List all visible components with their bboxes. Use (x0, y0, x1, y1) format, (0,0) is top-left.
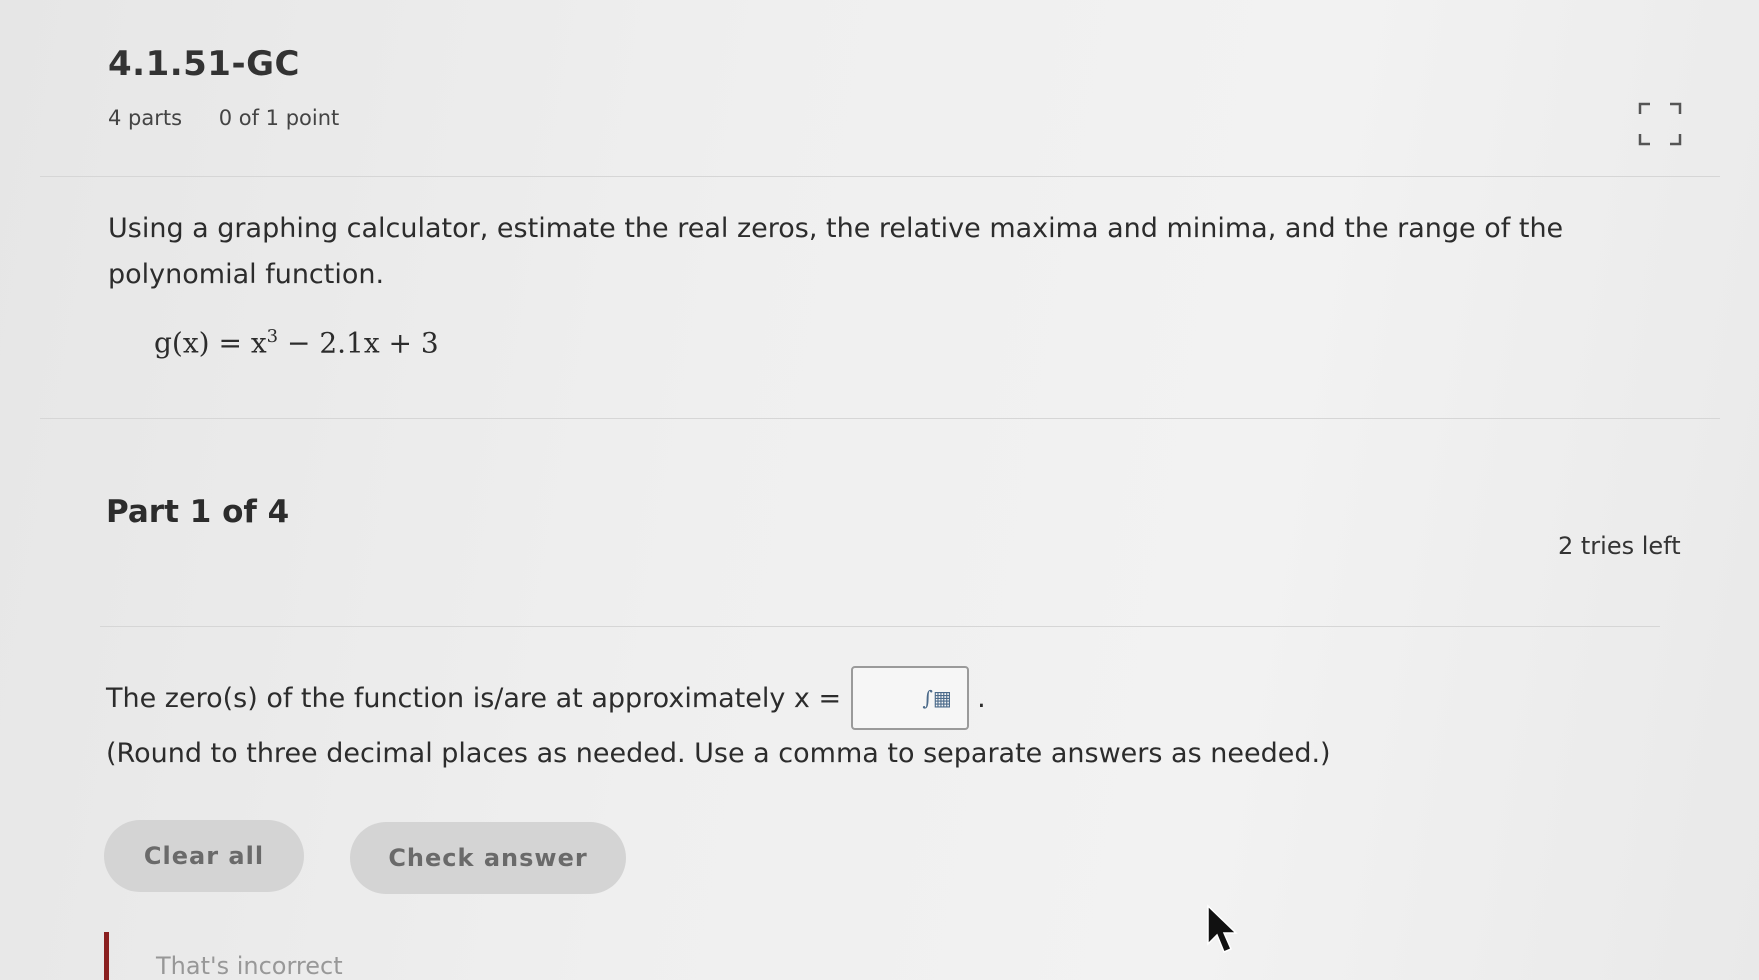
answer-hint: (Round to three decimal places as needed… (106, 738, 1331, 769)
answer-row: The zero(s) of the function is/are at ap… (106, 666, 986, 730)
expand-icon[interactable] (1636, 100, 1684, 148)
formula-exponent: 3 (266, 326, 279, 347)
answer-input[interactable] (868, 684, 923, 712)
answer-input-box[interactable]: ∫▦ (851, 666, 970, 730)
divider-middle (40, 418, 1720, 419)
question-meta: 4 parts 0 of 1 point (108, 106, 1698, 130)
divider-part (100, 626, 1660, 627)
answer-question-text: The zero(s) of the function is/are at ap… (106, 682, 842, 714)
points-score: 0 of 1 point (218, 106, 340, 130)
clear-all-button[interactable]: Clear all (104, 820, 304, 892)
answer-period: . (977, 682, 986, 714)
tries-left: 2 tries left (1558, 532, 1681, 560)
part-label: Part 1 of 4 (106, 494, 290, 530)
divider-top (40, 176, 1720, 177)
check-answer-button[interactable]: Check answer (350, 822, 626, 894)
question-prompt: Using a graphing calculator, estimate th… (108, 213, 1564, 290)
formula-rhs: − 2.1x + 3 (278, 326, 439, 360)
math-palette-icon[interactable]: ∫▦ (922, 686, 951, 710)
parts-count: 4 parts (108, 106, 183, 130)
question-header: 4.1.51-GC 4 parts 0 of 1 point (108, 44, 1698, 130)
mouse-cursor-icon (1207, 904, 1238, 953)
polynomial-formula: g(x) = x3 − 2.1x + 3 (154, 326, 439, 359)
page: 4.1.51-GC 4 parts 0 of 1 point Using a g… (0, 0, 1759, 980)
question-id: 4.1.51-GC (108, 44, 300, 84)
feedback-indicator (104, 932, 109, 980)
formula-lhs: g(x) = x (154, 326, 267, 360)
feedback-text: That's incorrect (156, 952, 343, 980)
